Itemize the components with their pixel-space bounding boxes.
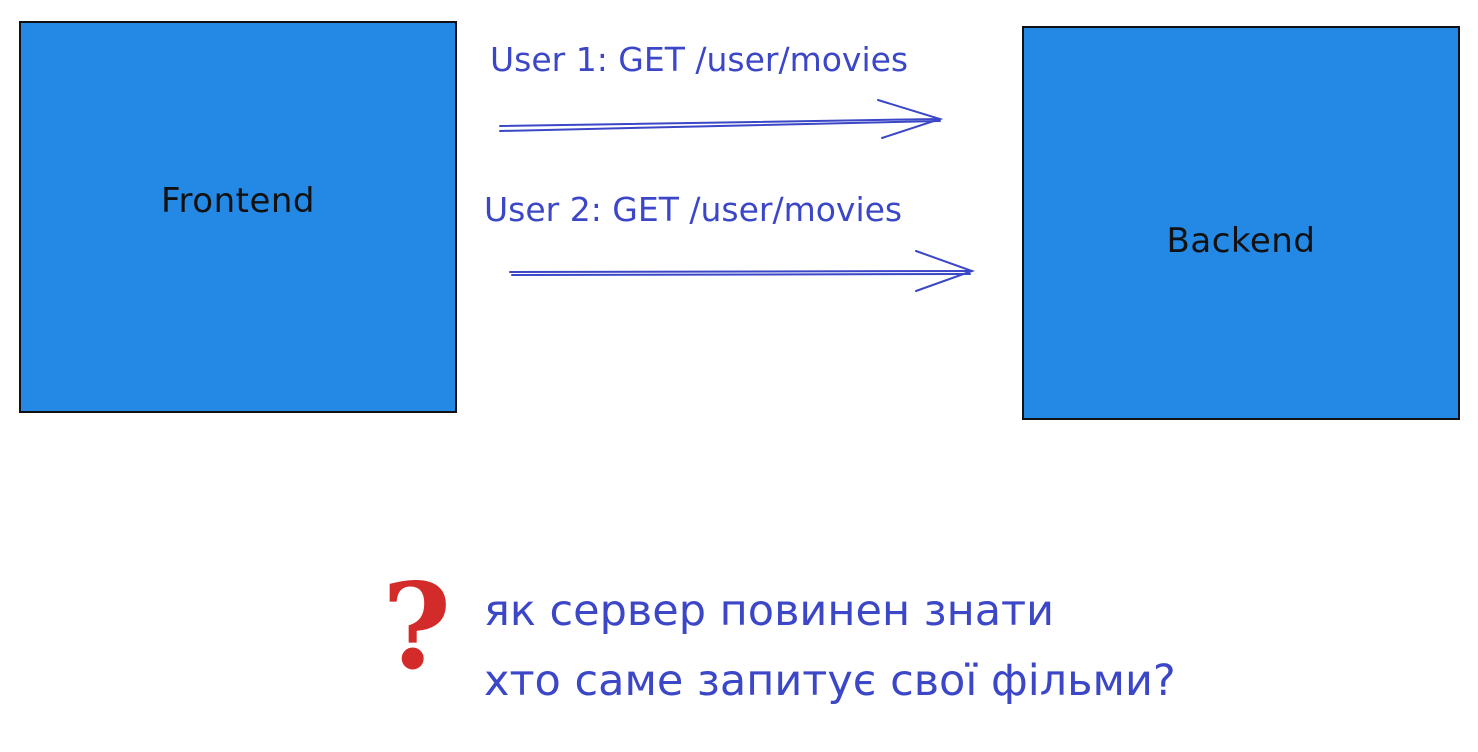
frontend-box: Frontend bbox=[19, 21, 457, 413]
question-line-1: як сервер повинен знати bbox=[484, 586, 1055, 636]
frontend-label: Frontend bbox=[160, 181, 316, 221]
backend-label: Backend bbox=[1166, 221, 1316, 261]
question-text: як сервер повинен знати хто саме запитує… bbox=[484, 576, 1176, 716]
question-mark-icon: ? bbox=[382, 557, 452, 696]
request-2-label: User 2: GET /user/movies bbox=[484, 190, 903, 229]
request-1-arrow bbox=[499, 99, 944, 139]
request-1-label: User 1: GET /user/movies bbox=[490, 40, 909, 79]
question-line-2: хто саме запитує свої фільми? bbox=[484, 656, 1176, 706]
backend-box: Backend bbox=[1022, 26, 1460, 420]
request-2-arrow bbox=[509, 250, 975, 292]
